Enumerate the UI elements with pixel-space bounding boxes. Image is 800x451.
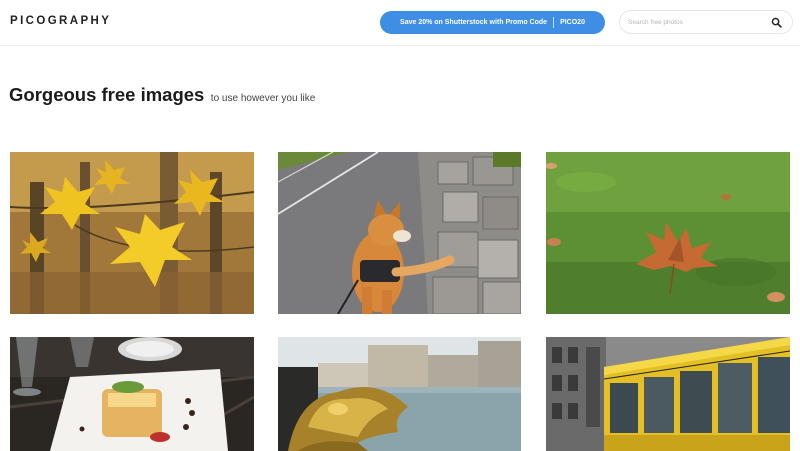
photo-leaf-on-grass xyxy=(546,152,790,314)
photo-shiba-dog xyxy=(278,152,521,314)
photo-card-yellow-tram[interactable] xyxy=(546,337,790,451)
photo-card-golden-sculpture[interactable] xyxy=(278,337,521,451)
search-icon[interactable] xyxy=(771,17,782,28)
photo-yellow-tram xyxy=(546,337,790,451)
photo-card-autumn-leaves[interactable] xyxy=(10,152,254,314)
page-title: Gorgeous free images xyxy=(9,84,205,105)
photo-plated-food xyxy=(10,337,254,451)
page-subtitle: to use however you like xyxy=(210,93,316,104)
photo-golden-sculpture xyxy=(278,337,521,451)
photo-autumn-leaves xyxy=(10,152,254,314)
search-input[interactable] xyxy=(628,16,768,29)
search-box xyxy=(619,10,793,34)
promo-divider xyxy=(553,17,555,28)
photo-card-shiba-dog[interactable] xyxy=(278,152,521,314)
promo-text: Save 20% on Shutterstock with Promo Code xyxy=(400,19,548,26)
photo-card-plated-food[interactable] xyxy=(10,337,254,451)
promo-banner-button[interactable]: Save 20% on Shutterstock with Promo Code… xyxy=(380,11,605,34)
site-logo[interactable]: PICOGRAPHY xyxy=(10,15,111,27)
promo-code: PICO20 xyxy=(560,19,585,26)
page-heading: Gorgeous free images to use however you … xyxy=(9,84,315,106)
top-header: PICOGRAPHY Save 20% on Shutterstock with… xyxy=(0,0,800,46)
photo-card-leaf-on-grass[interactable] xyxy=(546,152,790,314)
